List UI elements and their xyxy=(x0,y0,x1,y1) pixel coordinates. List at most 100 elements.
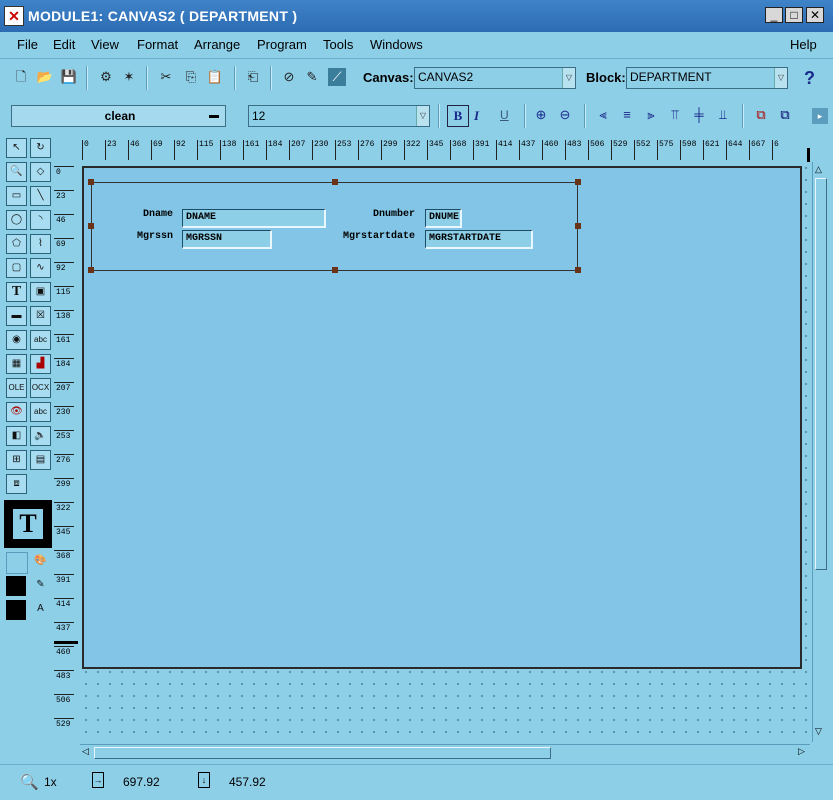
menu-help[interactable]: Help xyxy=(790,37,817,52)
text-font-preview[interactable]: T xyxy=(4,500,52,548)
window-tool-icon[interactable]: ⧈ xyxy=(6,474,27,494)
canvas-select[interactable]: CANVAS2 ▽ xyxy=(414,67,576,89)
clear-icon[interactable]: ⊘ xyxy=(280,68,298,86)
polygon-tool-icon[interactable]: ⬠ xyxy=(6,234,27,254)
dname-field[interactable]: DNAME xyxy=(182,209,326,228)
send-to-back-icon[interactable]: ⧉ xyxy=(776,106,794,124)
toolbar-overflow-icon[interactable]: ▸ xyxy=(812,108,828,124)
font-name-select[interactable]: clean ▬ xyxy=(11,105,226,127)
scroll-down-icon[interactable]: ▽ xyxy=(815,726,822,737)
dnumber-field[interactable]: DNUME xyxy=(425,209,462,228)
selection-handle[interactable] xyxy=(575,179,581,185)
object-link-icon[interactable]: ⎗ xyxy=(244,68,262,86)
run-form-icon[interactable]: ⚙ xyxy=(97,68,115,86)
menu-format[interactable]: Format xyxy=(137,37,178,52)
text-item-tool-icon[interactable]: abc xyxy=(30,330,51,350)
stacked-canvas-tool-icon[interactable]: ◧ xyxy=(6,426,27,446)
menu-file[interactable]: File xyxy=(17,37,38,52)
tab-canvas-tool-icon[interactable]: ▤ xyxy=(30,450,51,470)
radio-button-tool-icon[interactable]: ◉ xyxy=(6,330,27,350)
fill-color-swatch[interactable] xyxy=(6,552,28,574)
menu-program[interactable]: Program xyxy=(257,37,307,52)
scroll-right-icon[interactable]: ▷ xyxy=(798,746,805,757)
save-icon[interactable]: 💾 xyxy=(60,68,78,86)
mgrstartdate-field[interactable]: MGRSTARTDATE xyxy=(425,230,533,249)
reshape-icon[interactable]: ◇ xyxy=(30,162,51,182)
align-left-icon[interactable]: ⫷ xyxy=(594,106,612,124)
rounded-rect-tool-icon[interactable]: ▢ xyxy=(6,258,27,278)
scroll-left-icon[interactable]: ◁ xyxy=(82,746,89,757)
menu-tools[interactable]: Tools xyxy=(323,37,353,52)
block-select[interactable]: DEPARTMENT ▽ xyxy=(626,67,788,89)
vertical-scrollbar[interactable]: △ ▽ xyxy=(812,162,829,742)
scroll-thumb[interactable] xyxy=(94,747,551,759)
align-bottom-icon[interactable]: ⫫ xyxy=(714,106,732,124)
line-tool-icon[interactable]: ⟋ xyxy=(328,68,346,86)
debug-icon[interactable]: ✶ xyxy=(120,68,138,86)
bold-button[interactable]: B xyxy=(447,105,469,127)
magnify-icon[interactable]: 🔍 xyxy=(6,162,27,182)
polyline-tool-icon[interactable]: ⌇ xyxy=(30,234,51,254)
zoom-out-icon[interactable]: ⊖ xyxy=(556,106,574,124)
line-color-swatch[interactable] xyxy=(6,576,26,596)
align-right-icon[interactable]: ⫸ xyxy=(642,106,660,124)
open-folder-icon[interactable]: 📂 xyxy=(36,68,54,86)
menu-edit[interactable]: Edit xyxy=(53,37,75,52)
selection-handle[interactable] xyxy=(88,267,94,273)
chevron-down-icon[interactable]: ▽ xyxy=(416,106,429,126)
ole-tool-icon[interactable]: OLE xyxy=(6,378,27,398)
menu-view[interactable]: View xyxy=(91,37,119,52)
selection-handle[interactable] xyxy=(88,179,94,185)
text-tool-icon[interactable]: T xyxy=(6,282,27,302)
block-frame[interactable] xyxy=(91,182,578,271)
edit-pencil-icon[interactable]: ✎ xyxy=(303,68,321,86)
selection-handle[interactable] xyxy=(88,223,94,229)
align-middle-icon[interactable]: ╪ xyxy=(690,106,708,124)
sound-tool-icon[interactable]: 🔈 xyxy=(30,426,51,446)
menu-arrange[interactable]: Arrange xyxy=(194,37,240,52)
list-item-tool-icon[interactable]: abc xyxy=(30,402,51,422)
frame-tool-icon[interactable]: ▣ xyxy=(30,282,51,302)
tree-tool-icon[interactable]: ⊞ xyxy=(6,450,27,470)
cut-icon[interactable]: ✂ xyxy=(157,68,175,86)
paste-icon[interactable]: 📋 xyxy=(206,68,224,86)
selection-handle[interactable] xyxy=(332,179,338,185)
freehand-tool-icon[interactable]: ∿ xyxy=(30,258,51,278)
scroll-up-icon[interactable]: △ xyxy=(815,164,822,175)
bring-to-front-icon[interactable]: ⧉ xyxy=(752,106,770,124)
help-icon[interactable]: ? xyxy=(804,68,815,89)
underline-button[interactable]: U xyxy=(500,108,509,122)
button-tool-icon[interactable]: ▬ xyxy=(6,306,27,326)
horizontal-scrollbar[interactable]: ◁ ▷ xyxy=(80,744,810,761)
line-tool-icon[interactable]: ╲ xyxy=(30,186,51,206)
chevron-down-icon[interactable]: ▽ xyxy=(562,68,575,88)
align-center-icon[interactable]: ≡ xyxy=(618,106,636,124)
copy-icon[interactable]: ⎘ xyxy=(182,68,200,86)
chevron-down-icon[interactable]: ▬ xyxy=(209,106,219,126)
scroll-thumb[interactable] xyxy=(815,178,827,570)
selection-handle[interactable] xyxy=(575,267,581,273)
align-top-icon[interactable]: ⫪ xyxy=(666,106,684,124)
ellipse-tool-icon[interactable]: ◯ xyxy=(6,210,27,230)
menu-windows[interactable]: Windows xyxy=(370,37,423,52)
zoom-in-icon[interactable]: ⊕ xyxy=(532,106,550,124)
chevron-down-icon[interactable]: ▽ xyxy=(774,68,787,88)
chart-tool-icon[interactable]: ▟ xyxy=(30,354,51,374)
image-tool-icon[interactable]: ▦ xyxy=(6,354,27,374)
italic-button[interactable]: I xyxy=(474,108,479,124)
maximize-button[interactable]: □ xyxy=(785,7,803,23)
new-file-icon[interactable]: 🗋 xyxy=(12,68,30,86)
rotate-icon[interactable]: ↻ xyxy=(30,138,51,158)
text-color-icon[interactable]: A xyxy=(30,600,51,620)
app-icon[interactable]: ✕ xyxy=(4,6,24,26)
arc-tool-icon[interactable]: ◝ xyxy=(30,210,51,230)
text-color-swatch[interactable] xyxy=(6,600,26,620)
close-button[interactable]: ✕ xyxy=(806,7,824,23)
select-arrow-icon[interactable]: ↖ xyxy=(6,138,27,158)
fill-color-icon[interactable]: 🎨 xyxy=(30,552,51,572)
selection-handle[interactable] xyxy=(332,267,338,273)
line-color-icon[interactable]: ✎ xyxy=(30,576,51,596)
display-item-tool-icon[interactable]: 👁 xyxy=(6,402,27,422)
mgrssn-field[interactable]: MGRSSN xyxy=(182,230,272,249)
minimize-button[interactable]: _ xyxy=(765,7,783,23)
